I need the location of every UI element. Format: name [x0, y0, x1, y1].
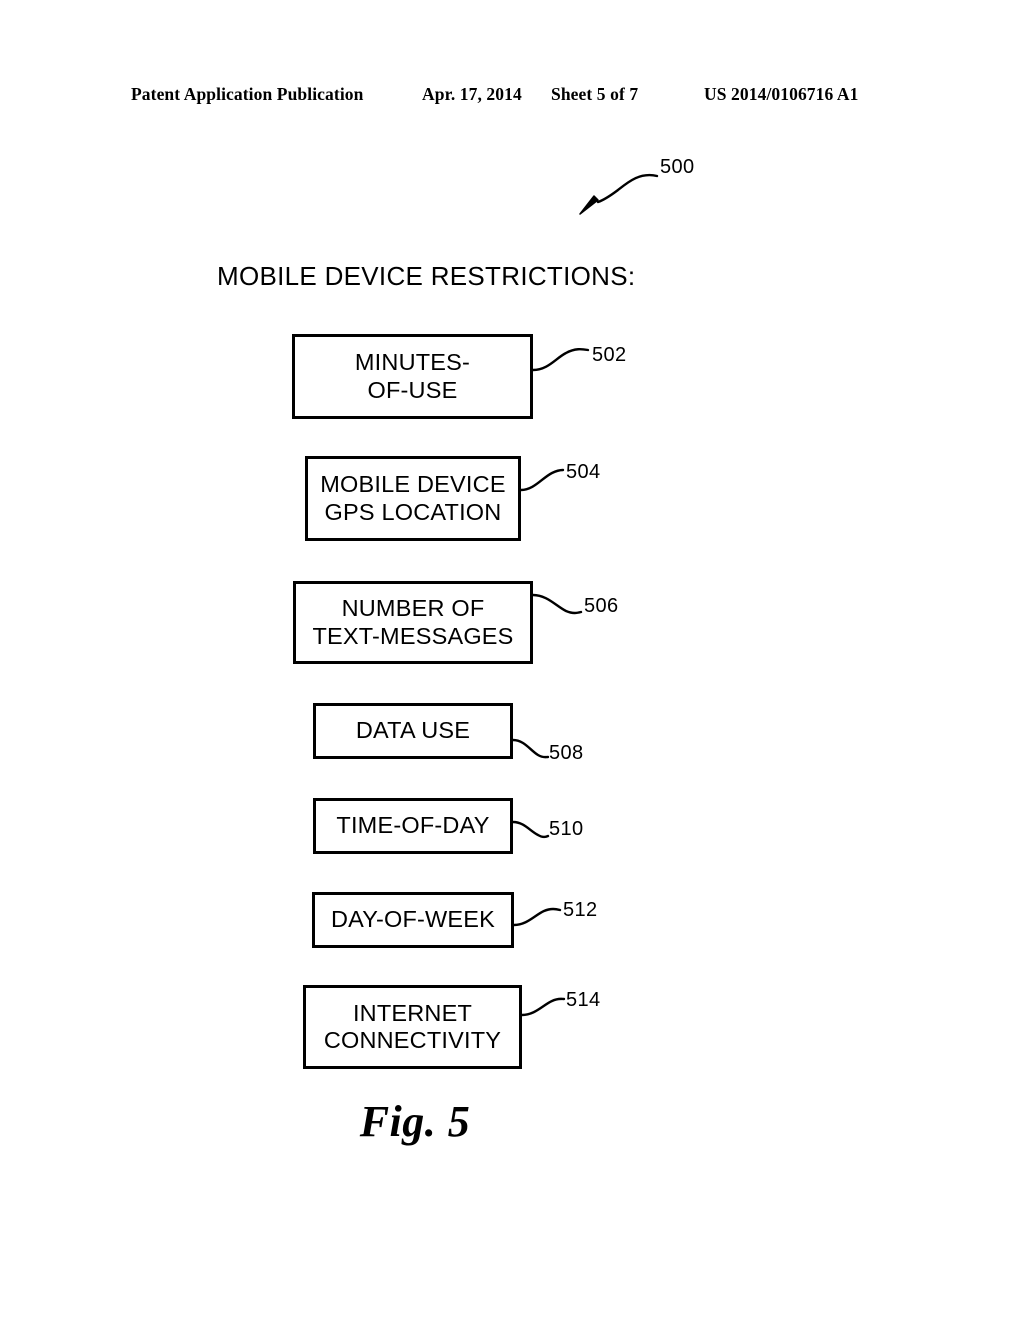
restriction-box-512: DAY-OF-WEEK	[312, 892, 514, 948]
reference-label-512: 512	[563, 899, 598, 921]
restriction-box-506: NUMBER OF TEXT-MESSAGES	[293, 581, 533, 664]
reference-label-500: 500	[660, 156, 695, 178]
restriction-box-510: TIME-OF-DAY	[313, 798, 513, 854]
restriction-box-512-line1: DAY-OF-WEEK	[330, 906, 496, 933]
reference-label-504: 504	[566, 461, 601, 483]
restriction-box-506-line2: TEXT-MESSAGES	[312, 622, 514, 649]
reference-label-506: 506	[584, 595, 619, 617]
leader-line-508	[511, 738, 550, 759]
patent-figure: 500 MOBILE DEVICE RESTRICTIONS: MINUTES-…	[0, 0, 1024, 1320]
leader-line-514	[520, 997, 566, 1017]
restriction-box-502-line2: OF-USE	[367, 376, 458, 403]
leader-line-504	[519, 468, 565, 492]
leader-line-502	[531, 347, 590, 372]
restriction-box-502: MINUTES- OF-USE	[292, 334, 533, 419]
restriction-box-510-line1: TIME-OF-DAY	[336, 812, 490, 839]
restriction-box-502-line1: MINUTES-	[354, 349, 471, 376]
restriction-box-504-line1: MOBILE DEVICE	[320, 471, 506, 498]
leader-line-506	[531, 593, 583, 615]
restriction-box-506-line1: NUMBER OF	[341, 595, 485, 622]
reference-label-508: 508	[549, 742, 584, 764]
figure-caption: Fig. 5	[0, 1096, 1024, 1147]
restriction-box-504-line2: GPS LOCATION	[324, 498, 502, 525]
reference-label-514: 514	[566, 989, 601, 1011]
figure-caption-text: Fig. 5	[359, 1097, 471, 1146]
restriction-box-514-line1: INTERNET	[352, 999, 473, 1026]
reference-label-510: 510	[549, 818, 584, 840]
restriction-box-504: MOBILE DEVICE GPS LOCATION	[305, 456, 521, 541]
leader-line-500	[596, 173, 659, 204]
restriction-box-514-line2: CONNECTIVITY	[323, 1027, 502, 1053]
leader-line-510	[511, 820, 550, 839]
restriction-box-508: DATA USE	[313, 703, 513, 759]
arrowhead-500	[579, 195, 599, 215]
reference-label-502: 502	[592, 344, 627, 366]
leader-line-512	[512, 907, 562, 927]
restriction-box-508-line1: DATA USE	[355, 717, 471, 744]
figure-title: MOBILE DEVICE RESTRICTIONS:	[217, 261, 636, 291]
restriction-box-514: INTERNET CONNECTIVITY	[303, 985, 522, 1069]
